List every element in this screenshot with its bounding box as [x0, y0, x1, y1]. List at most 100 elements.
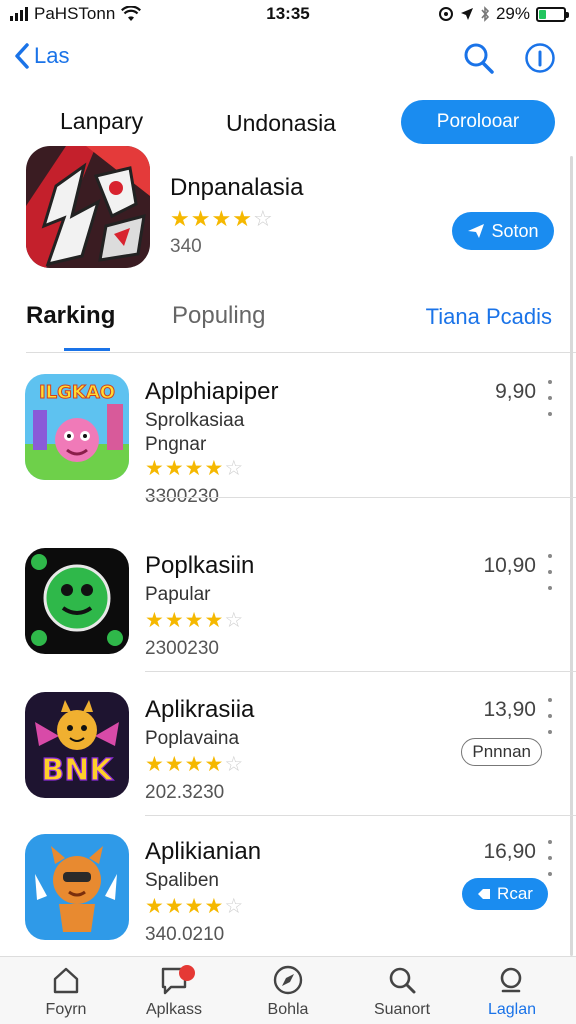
tab-popular[interactable]: Populing: [172, 302, 265, 330]
tab-apps[interactable]: Aplkass: [124, 963, 224, 1019]
app-name: Aplphiapiper: [145, 378, 279, 405]
app-price: 9,90: [495, 380, 536, 403]
see-more-link[interactable]: Tiana Pcadis: [426, 304, 552, 330]
bottom-tab-bar: Foyrn Aplkass Bohla Suanort Laglan: [0, 956, 576, 1024]
battery-icon: [536, 6, 569, 22]
row-divider: [145, 497, 576, 498]
star-icon: ★: [145, 457, 165, 480]
app-icon-2: [25, 548, 129, 654]
featured-rating-count: 340: [170, 236, 202, 257]
app-row-2[interactable]: Poplkasiin Papular ★★★★☆ 2300230 10,90: [0, 528, 576, 672]
tab-ranking[interactable]: Rarking: [26, 302, 115, 330]
app-artwork-2: [25, 548, 129, 654]
search-button[interactable]: [460, 40, 496, 76]
star-icon: ☆: [252, 206, 274, 231]
featured-app[interactable]: Dnpanalasia ★★★★☆ 340 Soton: [0, 144, 576, 274]
star-icon: ★: [145, 753, 165, 776]
star-icon: ★: [184, 895, 205, 918]
alarm-icon: [438, 7, 453, 21]
search-icon: [464, 43, 494, 74]
star-icon: ★: [164, 895, 185, 918]
app-download-count: 2300230: [145, 638, 219, 659]
info-button[interactable]: [522, 40, 558, 76]
app-icon-1: ILGKAO: [25, 374, 129, 480]
app-outline-button[interactable]: Pnnnan: [461, 738, 542, 766]
app-subtitle: Spaliben: [145, 870, 219, 891]
featured-app-artwork: [26, 146, 150, 268]
star-icon: ★: [204, 895, 225, 918]
app-price: 16,90: [483, 840, 536, 863]
tab-home[interactable]: Foyrn: [16, 963, 116, 1019]
app-artwork-3: BNK: [25, 692, 129, 798]
status-bar: PaHSTonn 13:35 29%: [0, 0, 576, 30]
star-icon: ★: [164, 457, 185, 480]
app-price: 13,90: [483, 698, 536, 721]
primary-pill-button[interactable]: Porolooar: [401, 100, 555, 144]
more-options-button[interactable]: [542, 840, 558, 876]
back-button[interactable]: Las: [14, 42, 69, 70]
tab-undonasia[interactable]: Undonasia: [226, 110, 336, 137]
tab-home-label: Foyrn: [45, 1001, 87, 1018]
featured-action-button[interactable]: Soton: [452, 212, 554, 250]
app-icon-3: BNK: [25, 692, 129, 798]
app-subtitle-2: Pngnar: [145, 434, 207, 455]
active-tab-indicator: [64, 348, 110, 351]
star-icon: ★: [184, 609, 205, 632]
featured-app-icon: [26, 146, 150, 268]
battery-fill: [539, 9, 546, 19]
star-icon: ☆: [224, 895, 245, 918]
app-download-count: 202.3230: [145, 782, 225, 803]
app-get-button[interactable]: Rcar: [462, 878, 548, 910]
app-name: Poplkasiin: [145, 552, 255, 579]
more-options-button[interactable]: [542, 380, 558, 416]
app-row-1[interactable]: ILGKAO Aplphiapiper Sprolkasiaa Pngnar ★…: [0, 354, 576, 507]
app-name: Aplikrasiia: [145, 696, 255, 723]
notification-badge: [179, 965, 195, 981]
app-row-3[interactable]: BNK Aplikrasiia Poplavaina ★★★★☆ 202.323…: [0, 672, 576, 816]
segment-divider: [26, 352, 576, 353]
tab-search[interactable]: Suanort: [352, 963, 452, 1019]
app-subtitle: Sprolkasiaa: [145, 410, 245, 431]
back-label: Las: [34, 43, 70, 68]
app-price: 10,90: [483, 554, 536, 577]
star-icon: ☆: [224, 457, 245, 480]
compass-icon: [273, 965, 303, 995]
status-right: 29%: [438, 4, 569, 24]
star-icon: ★: [145, 609, 165, 632]
app-rating-stars: ★★★★☆: [145, 456, 244, 481]
tab-apps-label: Aplkass: [145, 1001, 203, 1018]
home-icon: [53, 967, 79, 994]
tab-account[interactable]: Laglan: [462, 963, 562, 1019]
top-tabs: Lanpary Undonasia Porolooar: [0, 98, 576, 148]
more-options-button[interactable]: [542, 698, 558, 734]
tab-lanpary[interactable]: Lanpary: [60, 108, 143, 135]
star-icon: ★: [211, 206, 233, 231]
featured-action-label: Soton: [491, 220, 539, 241]
search-account-icon: [500, 967, 522, 993]
send-icon: [468, 224, 485, 238]
more-options-button[interactable]: [542, 554, 558, 590]
featured-app-title: Dnpanalasia: [170, 174, 304, 201]
chevron-left-icon: [15, 43, 29, 69]
star-icon: ☆: [224, 609, 245, 632]
tab-explore[interactable]: Bohla: [238, 963, 338, 1019]
nav-actions: [460, 40, 558, 76]
app-subtitle: Poplavaina: [145, 728, 240, 749]
search-icon: [389, 967, 416, 994]
app-download-count: 340.0210: [145, 924, 225, 945]
app-rating-stars: ★★★★☆: [145, 894, 244, 919]
star-icon: ★: [170, 206, 191, 231]
app-icon-4: [25, 834, 129, 940]
nav-bar: Las: [0, 38, 576, 82]
app-row-4[interactable]: Aplikianian Spaliben ★★★★☆ 340.0210 16,9…: [0, 814, 576, 958]
star-icon: ☆: [224, 753, 245, 776]
app-artwork-4: [25, 834, 129, 940]
star-icon: ★: [145, 895, 165, 918]
star-icon: ★: [164, 753, 185, 776]
location-icon: [460, 8, 473, 20]
app-artwork-1: ILGKAO: [25, 374, 129, 480]
star-icon: ★: [190, 206, 212, 231]
featured-rating-stars: ★★★★☆: [170, 206, 274, 232]
tab-search-label: Suanort: [373, 1001, 431, 1018]
tag-icon: [478, 889, 491, 899]
